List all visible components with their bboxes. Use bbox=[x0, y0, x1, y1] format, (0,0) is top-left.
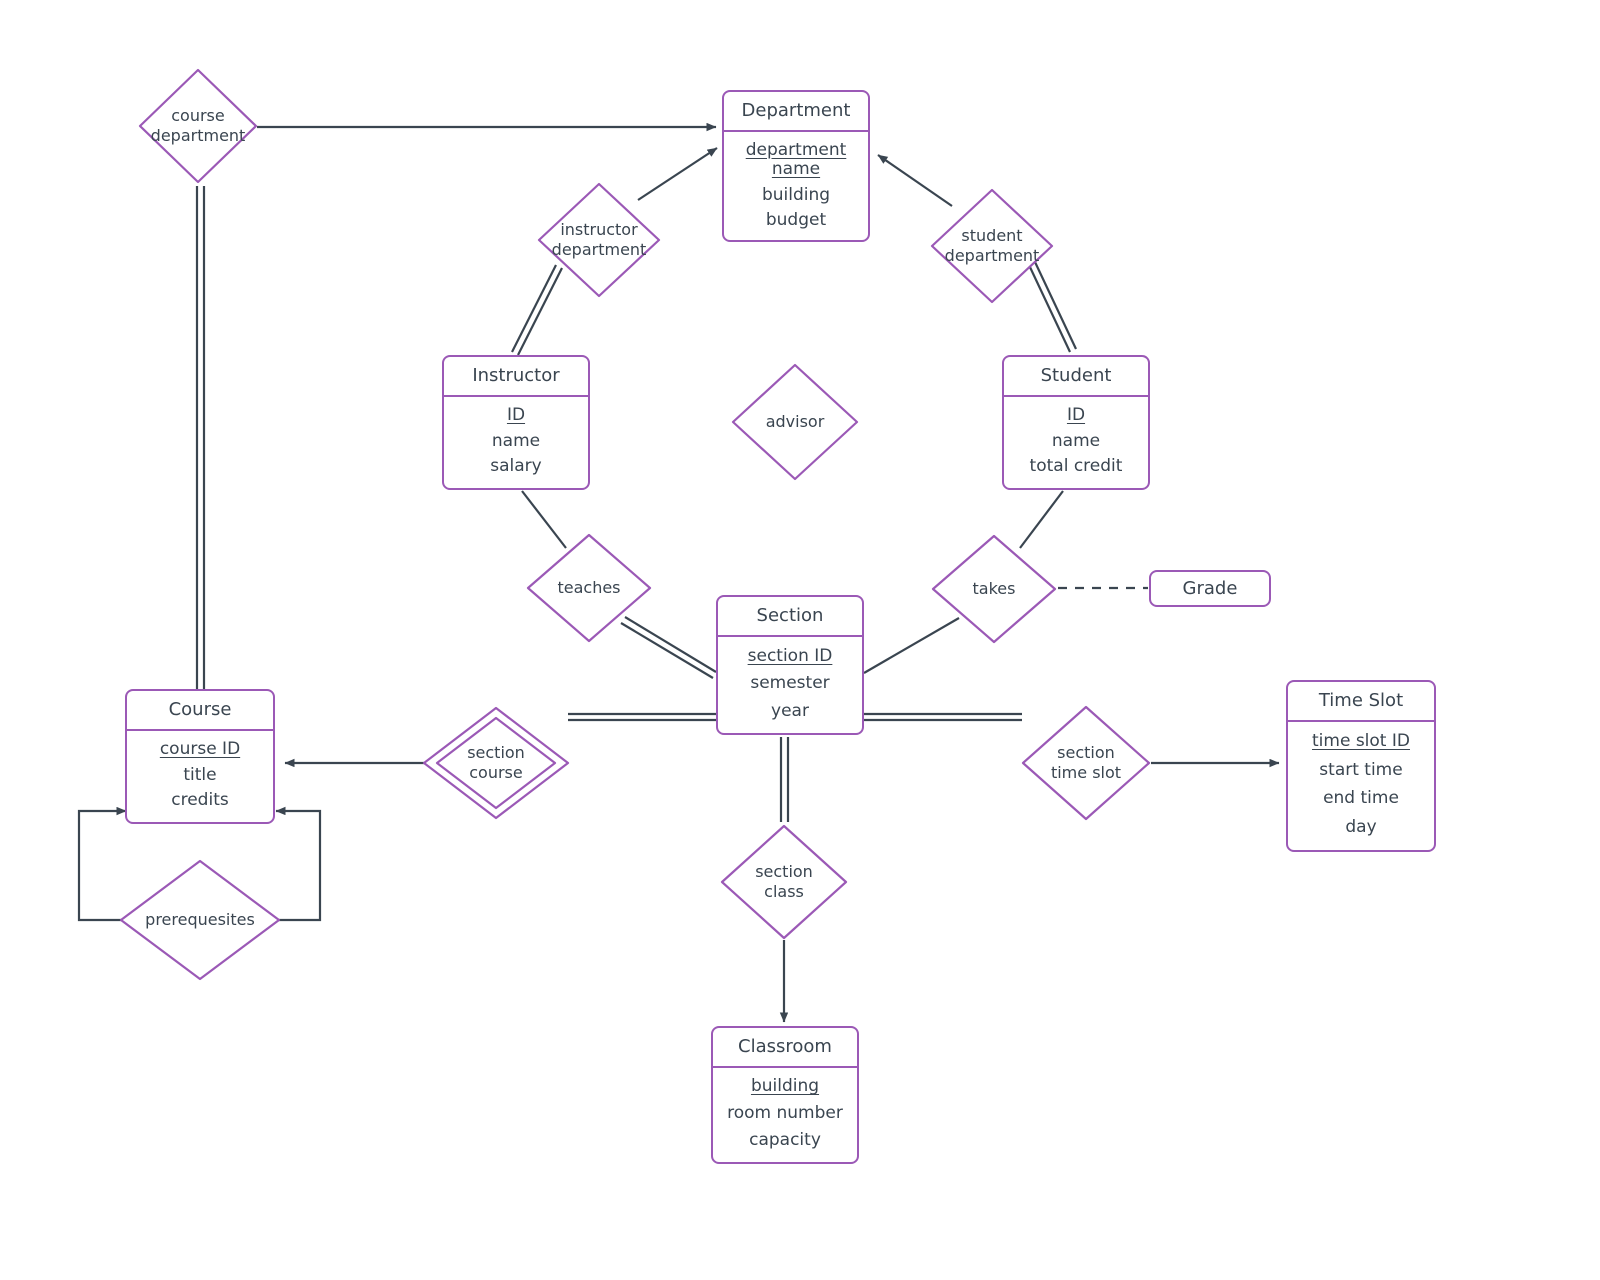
entity-section-attributes: section ID semester year bbox=[718, 637, 862, 733]
entity-department-attributes: department name building budget bbox=[724, 132, 868, 242]
label-line-1: course bbox=[171, 106, 225, 126]
attr-student-total-credit: total credit bbox=[1029, 456, 1123, 477]
attr-time-slot-start: start time bbox=[1319, 759, 1403, 780]
label-line-2: time slot bbox=[1050, 763, 1122, 782]
label-line-1: section bbox=[1057, 743, 1115, 763]
relationship-advisor[interactable]: advisor bbox=[729, 361, 861, 483]
attr-classroom-building: building bbox=[750, 1076, 820, 1097]
entity-time-slot-attributes: time slot ID start time end time day bbox=[1288, 722, 1434, 850]
entity-time-slot[interactable]: Time Slot time slot ID start time end ti… bbox=[1286, 680, 1436, 852]
attr-instructor-id: ID bbox=[506, 404, 526, 425]
attr-time-slot-id: time slot ID bbox=[1312, 731, 1410, 752]
relationship-takes[interactable]: takes bbox=[929, 532, 1059, 646]
label-line-2: department bbox=[150, 126, 246, 145]
relationship-student-department[interactable]: student department bbox=[928, 186, 1056, 306]
attr-course-title: title bbox=[183, 764, 217, 785]
relationship-section-course[interactable]: section course bbox=[421, 705, 571, 821]
entity-grade-title: Grade bbox=[1182, 577, 1238, 599]
attr-section-semester: semester bbox=[750, 673, 830, 694]
line-prereq-course-right bbox=[275, 806, 322, 922]
entity-section-title: Section bbox=[718, 597, 862, 637]
attr-student-id: ID bbox=[1066, 404, 1086, 425]
label-line-2: department bbox=[551, 240, 647, 259]
relationship-instructor-department[interactable]: instructor department bbox=[535, 180, 663, 300]
attr-instructor-salary: salary bbox=[490, 456, 542, 477]
entity-student[interactable]: Student ID name total credit bbox=[1002, 355, 1150, 490]
entity-classroom-attributes: building room number capacity bbox=[713, 1068, 857, 1162]
relationship-course-department-label: course department bbox=[151, 106, 246, 145]
entity-time-slot-title: Time Slot bbox=[1288, 682, 1434, 722]
attr-time-slot-day: day bbox=[1345, 816, 1377, 837]
attr-department-name: department name bbox=[745, 139, 847, 180]
relationship-advisor-label: advisor bbox=[765, 412, 825, 432]
relationship-section-time-slot-label: section time slot bbox=[1051, 743, 1121, 782]
attr-course-credits: credits bbox=[171, 790, 229, 811]
label-line-1: student bbox=[961, 226, 1023, 246]
entity-course-title: Course bbox=[127, 691, 273, 731]
entity-course-attributes: course ID title credits bbox=[127, 731, 273, 822]
attr-time-slot-end: end time bbox=[1323, 788, 1399, 809]
attr-classroom-room-number: room number bbox=[727, 1103, 843, 1124]
entity-department-title: Department bbox=[724, 92, 868, 132]
relationship-section-class[interactable]: section class bbox=[718, 822, 850, 942]
relationship-course-department[interactable]: course department bbox=[136, 66, 260, 186]
relationship-instructor-department-label: instructor department bbox=[552, 220, 647, 259]
relationship-teaches[interactable]: teaches bbox=[524, 531, 654, 645]
label-line-2: course bbox=[469, 763, 523, 782]
entity-instructor[interactable]: Instructor ID name salary bbox=[442, 355, 590, 490]
attr-student-name: name bbox=[1051, 430, 1101, 451]
entity-instructor-attributes: ID name salary bbox=[444, 397, 588, 488]
entity-classroom-title: Classroom bbox=[713, 1028, 857, 1068]
attr-course-id: course ID bbox=[159, 738, 241, 759]
entity-student-attributes: ID name total credit bbox=[1004, 397, 1148, 488]
entity-student-title: Student bbox=[1004, 357, 1148, 397]
relationship-section-class-label: section class bbox=[755, 862, 813, 901]
attr-section-year: year bbox=[771, 700, 809, 721]
entity-course[interactable]: Course course ID title credits bbox=[125, 689, 275, 824]
relationship-section-time-slot[interactable]: section time slot bbox=[1019, 703, 1153, 823]
attr-section-id: section ID bbox=[747, 645, 833, 666]
relationship-teaches-label: teaches bbox=[557, 578, 621, 598]
entity-section[interactable]: Section section ID semester year bbox=[716, 595, 864, 735]
relationship-prerequesites[interactable]: prerequesites bbox=[118, 858, 282, 982]
attr-instructor-name: name bbox=[491, 430, 541, 451]
entity-department[interactable]: Department department name building budg… bbox=[722, 90, 870, 242]
entity-instructor-title: Instructor bbox=[444, 357, 588, 397]
label-line-1: section bbox=[755, 862, 813, 882]
label-line-1: instructor bbox=[560, 220, 638, 240]
label-line-1: section bbox=[467, 743, 525, 763]
relationship-takes-label: takes bbox=[972, 579, 1016, 599]
attr-classroom-capacity: capacity bbox=[749, 1129, 821, 1150]
label-line-2: department bbox=[944, 246, 1040, 265]
relationship-student-department-label: student department bbox=[945, 226, 1040, 265]
attr-department-budget: budget bbox=[765, 210, 827, 231]
label-line-2: class bbox=[764, 882, 804, 901]
relationship-prerequesites-label: prerequesites bbox=[145, 910, 255, 930]
attr-department-building: building bbox=[761, 184, 831, 205]
entity-grade[interactable]: Grade bbox=[1149, 570, 1271, 607]
er-diagram-canvas: Department department name building budg… bbox=[0, 0, 1600, 1280]
relationship-section-course-label: section course bbox=[467, 743, 525, 782]
entity-classroom[interactable]: Classroom building room number capacity bbox=[711, 1026, 859, 1164]
